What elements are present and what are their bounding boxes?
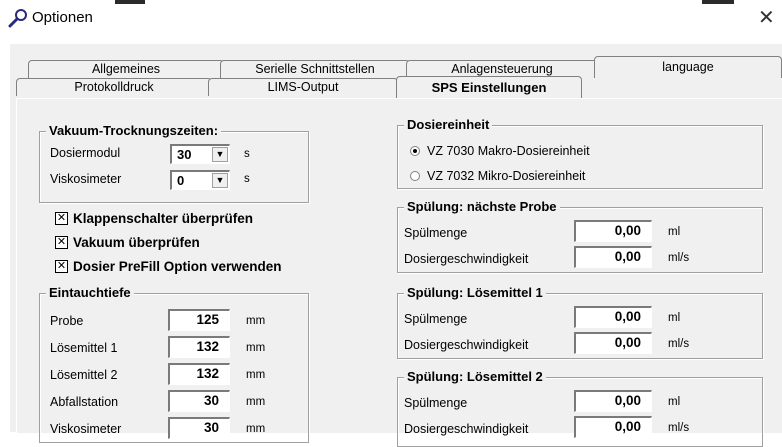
prefill-label: Dosier PreFill Option verwenden bbox=[73, 259, 282, 274]
window-title: Optionen bbox=[32, 9, 93, 26]
loesemittel2-depth-input[interactable]: 132 bbox=[168, 363, 230, 385]
spuelung-probe-group-title: Spülung: nächste Probe bbox=[404, 199, 560, 214]
dosiermodul-combo[interactable]: 30 ▼ bbox=[170, 144, 230, 164]
spuelung-probe-geschw-unit: ml/s bbox=[668, 252, 690, 264]
dosiermodul-value: 30 bbox=[177, 147, 192, 162]
radio-unselected-icon bbox=[410, 171, 420, 181]
viskosimeter-time-combo[interactable]: 0 ▼ bbox=[170, 170, 230, 190]
probe-depth-input[interactable]: 125 bbox=[168, 309, 230, 331]
klappenschalter-label: Klappenschalter überprüfen bbox=[73, 211, 254, 226]
chevron-down-icon[interactable]: ▼ bbox=[212, 147, 228, 162]
spuelung-lm2-group-title: Spülung: Lösemittel 2 bbox=[404, 369, 546, 384]
window-edge bbox=[702, 0, 734, 4]
wrench-icon bbox=[8, 9, 27, 28]
loesemittel1-depth-unit: mm bbox=[246, 342, 266, 354]
spuelung-lm1-geschw-unit: ml/s bbox=[668, 338, 690, 350]
spuelung-lm1-group-title: Spülung: Lösemittel 1 bbox=[404, 285, 546, 300]
vakuum-check-checkbox[interactable]: ✕ Vakuum überprüfen bbox=[55, 235, 200, 250]
loesemittel2-depth-unit: mm bbox=[246, 369, 266, 381]
makro-dosiereinheit-radio[interactable]: VZ 7030 Makro-Dosiereinheit bbox=[410, 144, 590, 158]
checkbox-check-icon: ✕ bbox=[55, 260, 68, 273]
vakuum-check-label: Vakuum überprüfen bbox=[73, 235, 200, 250]
chevron-down-icon[interactable]: ▼ bbox=[212, 173, 228, 188]
tab-language[interactable]: language bbox=[594, 56, 782, 78]
makro-dosiereinheit-label: VZ 7030 Makro-Dosiereinheit bbox=[427, 144, 590, 158]
spuelung-probe-geschw-label: Dosiergeschwindigkeit bbox=[404, 252, 529, 266]
tab-allgemeines[interactable]: Allgemeines bbox=[28, 60, 224, 78]
spuelung-lm1-menge-input[interactable]: 0,00 bbox=[574, 306, 652, 328]
abfallstation-depth-unit: mm bbox=[246, 396, 266, 408]
viskosimeter-time-unit: s bbox=[244, 173, 250, 185]
vakuum-group: Vakuum-Trocknungszeiten: Dosiermodul 30 … bbox=[39, 123, 309, 203]
dosiereinheit-group-title: Dosiereinheit bbox=[404, 117, 493, 132]
loesemittel1-depth-input[interactable]: 132 bbox=[168, 336, 230, 358]
mikro-dosiereinheit-label: VZ 7032 Mikro-Dosiereinheit bbox=[427, 169, 586, 183]
probe-depth-label: Probe bbox=[50, 314, 84, 328]
title-bar bbox=[0, 0, 782, 36]
spuelung-lm2-group: Spülung: Lösemittel 2 Spülmenge 0,00 ml … bbox=[397, 369, 763, 447]
mikro-dosiereinheit-radio[interactable]: VZ 7032 Mikro-Dosiereinheit bbox=[410, 169, 585, 183]
viskosimeter-depth-label: Viskosimeter bbox=[50, 422, 122, 436]
spuelung-probe-menge-label: Spülmenge bbox=[404, 226, 468, 240]
close-button[interactable]: ✕ bbox=[758, 5, 775, 30]
spuelung-lm2-geschw-label: Dosiergeschwindigkeit bbox=[404, 422, 529, 436]
spuelung-lm2-menge-input[interactable]: 0,00 bbox=[574, 390, 652, 412]
tab-lims-output[interactable]: LIMS-Output bbox=[208, 78, 398, 96]
spuelung-lm2-menge-unit: ml bbox=[668, 396, 681, 408]
radio-selected-icon bbox=[410, 146, 420, 156]
dosiermodul-label: Dosiermodul bbox=[50, 146, 121, 160]
vakuum-group-title: Vakuum-Trocknungszeiten: bbox=[46, 123, 222, 138]
spuelung-probe-group: Spülung: nächste Probe Spülmenge 0,00 ml… bbox=[397, 199, 763, 273]
viskosimeter-depth-input[interactable]: 30 bbox=[168, 417, 230, 439]
spuelung-lm2-geschw-unit: ml/s bbox=[668, 422, 690, 434]
viskosimeter-depth-unit: mm bbox=[246, 423, 266, 435]
loesemittel2-depth-label: Lösemittel 2 bbox=[50, 368, 118, 382]
loesemittel1-depth-label: Lösemittel 1 bbox=[50, 341, 118, 355]
prefill-checkbox[interactable]: ✕ Dosier PreFill Option verwenden bbox=[55, 259, 282, 274]
tab-serielle-schnittstellen[interactable]: Serielle Schnittstellen bbox=[220, 60, 410, 78]
spuelung-lm1-menge-unit: ml bbox=[668, 312, 681, 324]
checkbox-check-icon: ✕ bbox=[55, 212, 68, 225]
abfallstation-depth-input[interactable]: 30 bbox=[168, 390, 230, 412]
dosiereinheit-group: Dosiereinheit VZ 7030 Makro-Dosiereinhei… bbox=[397, 117, 763, 189]
spuelung-probe-menge-unit: ml bbox=[668, 226, 681, 238]
tab-panel: Vakuum-Trocknungszeiten: Dosiermodul 30 … bbox=[16, 98, 782, 447]
spuelung-probe-geschw-input[interactable]: 0,00 bbox=[574, 246, 652, 268]
eintauchtiefe-group-title: Eintauchtiefe bbox=[46, 285, 134, 300]
probe-depth-unit: mm bbox=[246, 315, 266, 327]
klappenschalter-checkbox[interactable]: ✕ Klappenschalter überprüfen bbox=[55, 211, 253, 226]
window-edge bbox=[115, 0, 145, 4]
viskosimeter-time-value: 0 bbox=[177, 173, 185, 188]
dosiermodul-unit: s bbox=[244, 148, 250, 160]
viskosimeter-time-label: Viskosimeter bbox=[50, 172, 122, 186]
spuelung-lm1-menge-label: Spülmenge bbox=[404, 312, 468, 326]
tab-protokolldruck[interactable]: Protokolldruck bbox=[16, 78, 212, 96]
abfallstation-depth-label: Abfallstation bbox=[50, 395, 119, 409]
spuelung-probe-menge-input[interactable]: 0,00 bbox=[574, 220, 652, 242]
eintauchtiefe-group: Eintauchtiefe Probe 125 mm Lösemittel 1 … bbox=[39, 285, 309, 443]
spuelung-lm2-geschw-input[interactable]: 0,00 bbox=[574, 416, 652, 438]
tab-sps-einstellungen[interactable]: SPS Einstellungen bbox=[396, 76, 582, 98]
spuelung-lm1-geschw-label: Dosiergeschwindigkeit bbox=[404, 338, 529, 352]
spuelung-lm2-menge-label: Spülmenge bbox=[404, 396, 468, 410]
checkbox-check-icon: ✕ bbox=[55, 236, 68, 249]
spuelung-lm1-geschw-input[interactable]: 0,00 bbox=[574, 332, 652, 354]
spuelung-lm1-group: Spülung: Lösemittel 1 Spülmenge 0,00 ml … bbox=[397, 285, 763, 359]
